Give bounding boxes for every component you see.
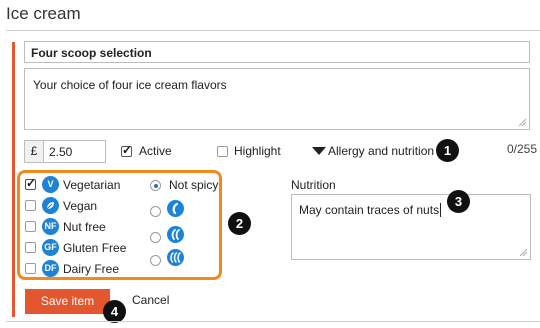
- currency-symbol: £: [25, 141, 44, 162]
- gluten-free-label: Gluten Free: [63, 241, 127, 255]
- caret-down-icon[interactable]: [312, 147, 326, 156]
- hot-radio[interactable]: [150, 255, 161, 266]
- callout-1: 1: [436, 139, 459, 162]
- vegan-label: Vegan: [63, 199, 98, 213]
- char-counter: 0/255: [507, 142, 538, 156]
- nutrition-textarea[interactable]: May contain traces of nuts: [291, 194, 531, 260]
- highlight-checkbox[interactable]: [217, 146, 228, 157]
- nut-free-label: Nut free: [63, 220, 106, 234]
- active-label: Active: [139, 144, 172, 158]
- dairy-free-label: Dairy Free: [63, 262, 120, 276]
- resize-grip-icon[interactable]: [519, 248, 527, 256]
- edit-accent-bar: [12, 42, 15, 317]
- vegan-leaf-icon: [42, 197, 59, 214]
- hot-chili-icon: [167, 249, 184, 266]
- callout-2: 2: [228, 212, 251, 235]
- vegetarian-icon: V: [42, 176, 59, 193]
- dairy-free-checkbox[interactable]: [25, 263, 36, 274]
- gluten-free-checkbox[interactable]: [25, 242, 36, 253]
- allergy-nutrition-toggle[interactable]: Allergy and nutrition: [328, 144, 434, 158]
- medium-chili-icon: [167, 226, 184, 243]
- highlight-label: Highlight: [234, 144, 281, 158]
- mild-radio[interactable]: [150, 206, 161, 217]
- nutrition-text: May contain traces of nuts: [299, 203, 440, 217]
- item-description-textarea[interactable]: Your choice of four ice cream flavors: [24, 68, 530, 130]
- title-divider: [6, 30, 540, 31]
- item-name-input[interactable]: Four scoop selection: [24, 41, 530, 63]
- description-text: Your choice of four ice cream flavors: [33, 78, 227, 92]
- medium-radio[interactable]: [150, 232, 161, 243]
- not-spicy-label: Not spicy: [169, 178, 219, 192]
- text-cursor: [440, 203, 442, 217]
- save-item-button[interactable]: Save item: [25, 289, 110, 314]
- bottom-divider: [6, 321, 540, 322]
- gluten-free-icon: GF: [42, 239, 59, 256]
- nut-free-checkbox[interactable]: [25, 221, 36, 232]
- vegan-checkbox[interactable]: [25, 200, 36, 211]
- callout-3: 3: [447, 190, 470, 213]
- active-checkbox[interactable]: [121, 143, 132, 157]
- cancel-link[interactable]: Cancel: [132, 293, 169, 307]
- price-value: 2.50: [49, 145, 73, 159]
- nutrition-label: Nutrition: [291, 178, 336, 192]
- not-spicy-radio[interactable]: [150, 180, 161, 191]
- price-field[interactable]: £ 2.50: [24, 140, 106, 163]
- mild-chili-icon: [167, 200, 184, 217]
- nut-free-icon: NF: [42, 218, 59, 235]
- callout-4: 4: [103, 300, 126, 323]
- vegetarian-checkbox[interactable]: [25, 176, 36, 190]
- resize-grip-icon[interactable]: [518, 118, 526, 126]
- vegetarian-label: Vegetarian: [63, 178, 121, 192]
- dairy-free-icon: DF: [42, 260, 59, 277]
- page-title: Ice cream: [6, 4, 81, 23]
